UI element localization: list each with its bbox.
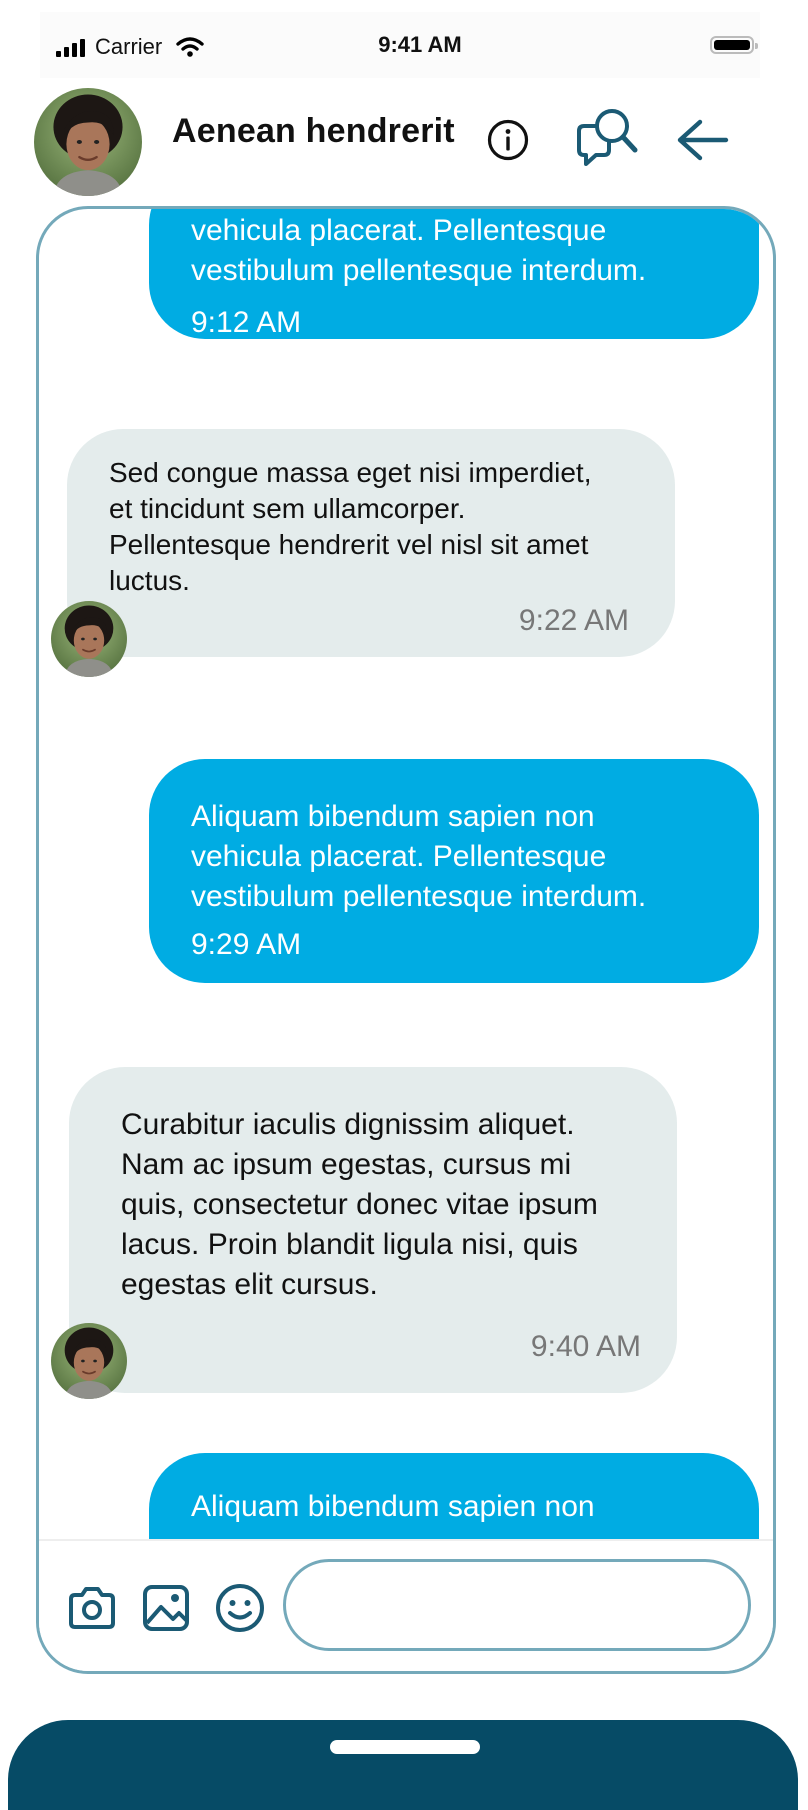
message-list[interactable]: vehicula placerat. Pellentesque vestibul… [39,209,773,1539]
message-line: Nam ac ipsum egestas, cursus mi [121,1148,572,1181]
message-outgoing[interactable]: vehicula placerat. Pellentesque vestibul… [149,209,759,339]
message-line: Aliquam bibendum sapien non [191,800,595,833]
message-line: lacus. Proin blandit ligula nisi, quis [121,1228,578,1261]
image-icon[interactable] [139,1581,193,1635]
message-line: vestibulum pellentesque interdum. [191,880,647,913]
message-line: vehicula placerat. Pellentesque [191,214,607,247]
back-arrow-icon[interactable] [674,116,730,164]
info-icon[interactable] [486,118,530,162]
sender-avatar[interactable] [51,601,127,677]
chat-panel: vehicula placerat. Pellentesque vestibul… [36,206,776,1674]
message-time: 9:40 AM [530,1330,641,1363]
search-chat-icon[interactable] [574,104,640,168]
home-indicator[interactable] [330,1740,480,1754]
signal-icon [56,37,85,57]
message-time: 9:12 AM [191,306,302,339]
status-left: Carrier [56,34,204,60]
carrier-label: Carrier [95,34,163,59]
battery-icon [710,36,758,54]
message-line: Pellentesque hendrerit vel nisl sit amet [109,529,589,560]
wifi-icon [176,37,204,57]
message-line: Sed congue massa eget nisi imperdiet, [109,457,592,488]
contact-name: Aenean hendrerit [172,112,455,150]
message-time: 9:29 AM [191,928,302,961]
message-line: et tincidunt sem ullamcorper. [109,493,466,524]
message-outgoing[interactable]: Aliquam bibendum sapien non vehicula pla… [149,759,759,983]
message-line: luctus. [109,565,190,596]
message-input[interactable] [283,1559,751,1651]
message-line: quis, consectetur donec vitae ipsum [121,1188,598,1221]
contact-avatar[interactable] [34,88,142,196]
message-line: vehicula placerat. Pellentesque [191,840,607,873]
message-line: vestibulum pellentesque interdum. [191,254,647,287]
status-bar: Carrier 9:41 AM [40,12,760,78]
message-line: egestas elit cursus. [121,1268,378,1301]
camera-icon[interactable] [65,1581,119,1635]
message-line: Curabitur iaculis dignissim aliquet. [121,1108,575,1141]
emoji-icon[interactable] [213,1581,267,1635]
sender-avatar[interactable] [51,1323,127,1399]
message-time: 9:22 AM [518,604,629,637]
message-incoming[interactable]: Curabitur iaculis dignissim aliquet. Nam… [69,1067,677,1393]
bottom-bar [8,1720,798,1810]
status-time: 9:41 AM [378,32,462,57]
message-incoming[interactable]: Sed congue massa eget nisi imperdiet, et… [67,429,675,657]
message-composer [39,1539,773,1671]
message-outgoing[interactable]: Aliquam bibendum sapien non [149,1453,759,1539]
message-line: Aliquam bibendum sapien non [191,1490,595,1523]
